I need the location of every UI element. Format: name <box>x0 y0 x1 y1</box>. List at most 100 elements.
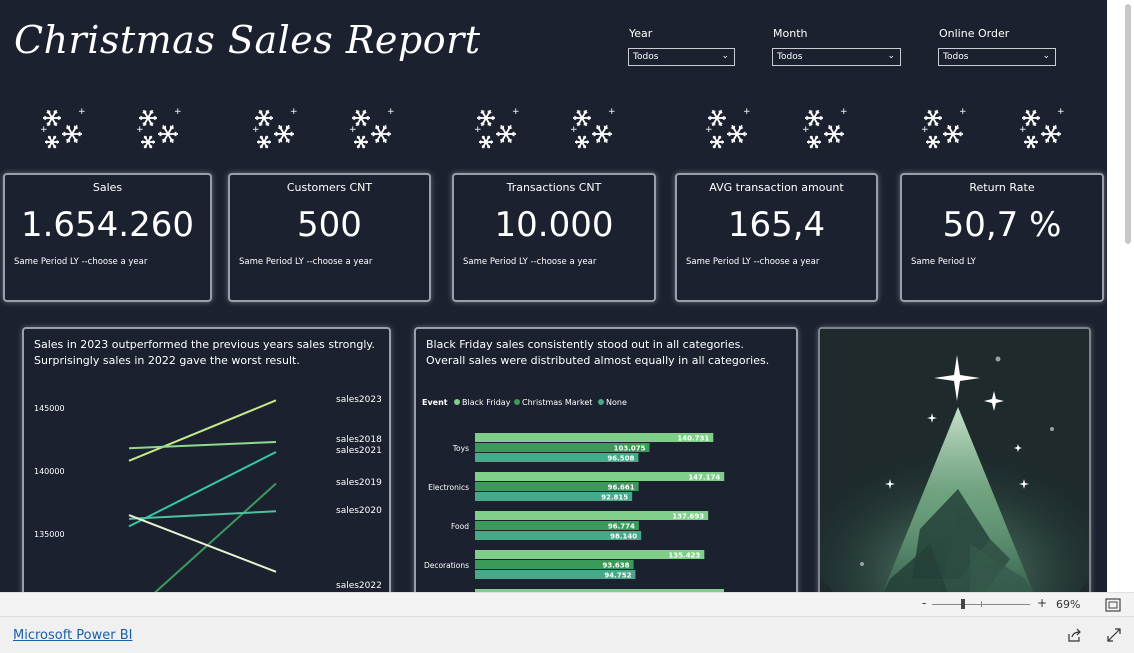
category-label: Decorations <box>424 561 469 570</box>
svg-text:+: + <box>608 107 616 117</box>
svg-text:+: + <box>921 125 929 135</box>
legend-marker <box>598 399 604 405</box>
line-chart-panel: Sales in 2023 outperformed the previous … <box>22 327 391 592</box>
series-line-sales2023 <box>129 400 276 461</box>
card-subtitle: Same Period LY --choose a year <box>14 257 147 267</box>
category-label: Electronics <box>428 483 469 492</box>
snowflake-icon: ++ <box>703 102 755 156</box>
snowflake-icon: ++ <box>38 102 90 156</box>
slicer-year-label: Year <box>629 27 652 40</box>
bar-chart-panel: Black Friday sales consistently stood ou… <box>414 327 798 592</box>
y-tick-label: 140000 <box>34 467 65 476</box>
bar-data-label: 137.693 <box>672 513 704 521</box>
svg-text:+: + <box>474 125 482 135</box>
zoom-slider-handle[interactable] <box>961 599 965 609</box>
series-line-sales2018 <box>129 442 276 448</box>
series-label: sales2021 <box>336 446 382 456</box>
card-value: 10.000 <box>454 205 654 245</box>
bar-data-label: 135.423 <box>668 552 700 560</box>
svg-text:+: + <box>78 107 86 117</box>
card-customers: Customers CNT 500 Same Period LY --choos… <box>228 173 431 302</box>
svg-text:+: + <box>387 107 395 117</box>
svg-text:+: + <box>290 107 298 117</box>
svg-text:+: + <box>959 107 967 117</box>
bar-data-label: 96.774 <box>608 523 635 531</box>
slicer-online-order-value: Todos <box>943 52 968 62</box>
slicer-year-dropdown[interactable]: Todos ⌄ <box>628 48 735 66</box>
series-label: sales2019 <box>336 478 382 488</box>
svg-text:+: + <box>252 125 260 135</box>
series-label: sales2023 <box>336 395 382 405</box>
report-title: Christmas Sales Report <box>14 18 481 62</box>
card-subtitle: Same Period LY <box>911 257 976 267</box>
slicer-month-value: Todos <box>777 52 802 62</box>
snowflake-icon: ++ <box>1017 102 1069 156</box>
snowflake-icon: ++ <box>568 102 620 156</box>
card-subtitle: Same Period LY --choose a year <box>463 257 596 267</box>
svg-text:+: + <box>40 125 48 135</box>
slicer-month-dropdown[interactable]: Todos ⌄ <box>772 48 901 66</box>
svg-text:+: + <box>174 107 182 117</box>
legend-item[interactable]: Black Friday <box>462 398 511 407</box>
series-line-sales2022 <box>129 515 276 572</box>
svg-text:+: + <box>1057 107 1065 117</box>
svg-text:+: + <box>743 107 751 117</box>
bar-data-label: 94.752 <box>604 572 631 580</box>
card-title: Customers CNT <box>230 181 429 194</box>
legend-marker <box>454 399 460 405</box>
legend-marker <box>514 399 520 405</box>
christmas-tree-illustration <box>820 329 1089 592</box>
category-label: Toys <box>452 444 469 453</box>
card-title: AVG transaction amount <box>677 181 876 194</box>
series-label: sales2020 <box>336 506 382 516</box>
snowflake-icon: ++ <box>472 102 524 156</box>
bar-data-label: 147.174 <box>688 474 720 482</box>
share-icon[interactable] <box>1067 628 1083 642</box>
zoom-in-button[interactable]: + <box>1037 596 1047 610</box>
y-tick-label: 135000 <box>34 530 65 539</box>
bar-data-label: 93.638 <box>603 562 630 570</box>
card-avg-transaction: AVG transaction amount 165,4 Same Period… <box>675 173 878 302</box>
snowflake-icon: ++ <box>919 102 971 156</box>
footer-bar: Microsoft Power BI <box>0 616 1134 653</box>
chevron-down-icon: ⌄ <box>1042 51 1050 61</box>
slicer-online-order-dropdown[interactable]: Todos ⌄ <box>938 48 1056 66</box>
bar-data-label: 92.815 <box>601 494 628 502</box>
bar-data-label: 140.731 <box>677 435 709 443</box>
bar-0[interactable] <box>475 472 724 481</box>
scrollbar-thumb[interactable] <box>1125 4 1131 244</box>
category-label: Food <box>451 522 469 531</box>
snowflake-icon: ++ <box>800 102 852 156</box>
card-return-rate: Return Rate 50,7 % Same Period LY <box>900 173 1104 302</box>
fit-to-page-icon[interactable] <box>1105 598 1121 612</box>
chevron-down-icon: ⌄ <box>887 51 895 61</box>
series-line-sales2019 <box>129 484 276 592</box>
bar-data-label: 103.075 <box>614 445 646 453</box>
powerbi-link[interactable]: Microsoft Power BI <box>13 628 132 643</box>
report-canvas: Christmas Sales Report Year Todos ⌄ Mont… <box>0 0 1107 592</box>
svg-text:+: + <box>349 125 357 135</box>
card-title: Transactions CNT <box>454 181 654 194</box>
christmas-tree-image <box>818 327 1091 592</box>
card-sales: Sales 1.654.260 Same Period LY --choose … <box>3 173 212 302</box>
y-tick-label: 145000 <box>34 404 65 413</box>
bar-chart: EventBlack FridayChristmas MarketNoneToy… <box>416 329 796 592</box>
card-title: Return Rate <box>902 181 1102 194</box>
legend-item[interactable]: None <box>606 398 627 407</box>
zoom-out-button[interactable]: - <box>922 596 926 610</box>
series-label: sales2022 <box>336 581 382 591</box>
snowflake-icon: ++ <box>347 102 399 156</box>
bar-data-label: 98.140 <box>610 533 637 541</box>
card-subtitle: Same Period LY --choose a year <box>686 257 819 267</box>
line-chart: 135000140000145000sales2023sales2018sale… <box>24 329 389 592</box>
fullscreen-icon[interactable] <box>1106 628 1122 642</box>
bar-data-label: 96.508 <box>607 455 634 463</box>
card-value: 1.654.260 <box>5 205 210 245</box>
legend-item[interactable]: Christmas Market <box>522 398 592 407</box>
card-value: 165,4 <box>677 205 876 245</box>
zoom-slider-tick <box>981 601 982 607</box>
snowflake-icon: ++ <box>250 102 302 156</box>
bar-data-label: 96.661 <box>608 484 635 492</box>
svg-text:+: + <box>1019 125 1027 135</box>
card-value: 50,7 % <box>902 205 1102 245</box>
